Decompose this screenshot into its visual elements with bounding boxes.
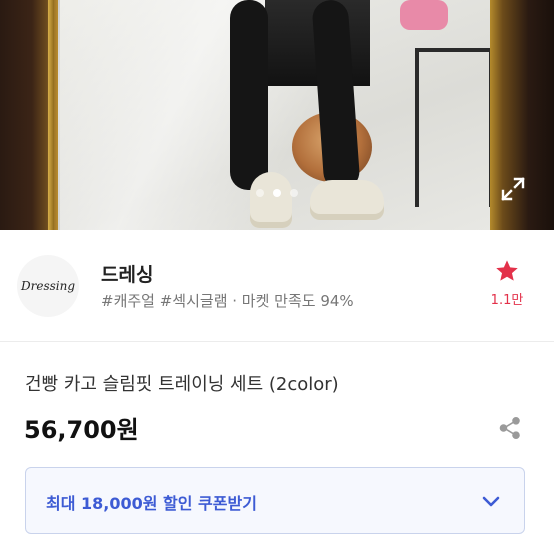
shop-logo-text: Dressing — [20, 279, 76, 293]
coupon-button[interactable]: 최대 18,000원 할인 쿠폰받기 — [25, 467, 525, 534]
carousel-dot[interactable] — [290, 189, 298, 197]
share-icon[interactable] — [498, 416, 522, 440]
shop-name[interactable]: 드레싱 — [101, 260, 153, 287]
favorite-count: 1.1만 — [490, 293, 524, 308]
favorite-button[interactable]: 1.1만 — [490, 258, 524, 308]
carousel-dots — [0, 189, 554, 197]
shop-tags: #캐주얼 #섹시글램 · 마켓 만족도 94% — [101, 292, 354, 310]
coupon-label: 최대 18,000원 할인 쿠폰받기 — [46, 494, 257, 513]
pink-bag-shape — [400, 0, 448, 30]
chevron-down-icon — [482, 496, 500, 507]
left-leg-shape — [230, 0, 268, 190]
product-title: 건빵 카고 슬림핏 트레이닝 세트 (2color) — [25, 374, 339, 395]
product-image[interactable] — [0, 0, 554, 230]
shop-logo[interactable]: Dressing — [17, 255, 79, 317]
product-price: 56,700원 — [24, 416, 139, 444]
right-shoe-shape — [310, 180, 384, 220]
expand-icon[interactable] — [500, 176, 526, 202]
shop-info[interactable]: Dressing 드레싱 #캐주얼 #섹시글램 · 마켓 만족도 94% 1.1… — [0, 230, 554, 342]
star-icon — [496, 260, 518, 281]
section-divider — [0, 341, 554, 342]
carousel-dot-active[interactable] — [273, 189, 281, 197]
carousel-dot[interactable] — [256, 189, 264, 197]
cart-frame-shape — [415, 48, 493, 207]
left-shoe-shape — [250, 172, 292, 228]
